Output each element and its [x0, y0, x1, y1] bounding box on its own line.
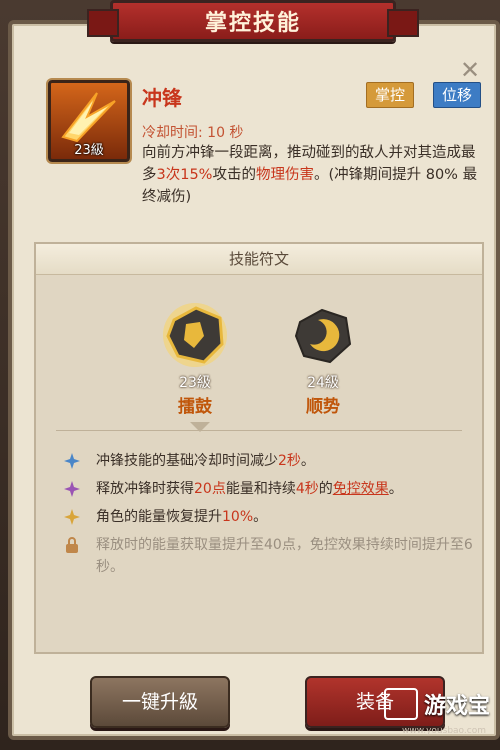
effect-text: 。: [388, 481, 403, 497]
effect-text: 的: [318, 481, 333, 497]
rune-momentum-level: 24級: [307, 375, 339, 391]
divider-arrow: [190, 422, 210, 432]
skill-level: 23級: [74, 143, 104, 158]
charge-icon: [61, 92, 116, 143]
close-icon[interactable]: ✕: [458, 58, 482, 82]
desc-hits: 3次15%: [156, 167, 213, 183]
effect-text: 角色的能量恢复提升: [96, 509, 222, 525]
gold-diamond-icon: [64, 509, 80, 525]
upgrade-all-button[interactable]: 一键升級: [90, 676, 230, 728]
skill-panel: ✕ 23級 冲锋 掌控 位移 冷却时间: 10 秒 向前方冲锋一段距离，推动碰到…: [8, 20, 500, 740]
crescent-rune-icon: [294, 308, 352, 364]
effect-text: 释放冲锋时获得: [96, 481, 194, 497]
watermark-text: 游戏宝: [423, 694, 490, 719]
effect-text: 。: [300, 453, 315, 469]
watermark-url: www.yousbao.com: [401, 726, 486, 736]
rune-section: 技能符文 23級 擂鼓 24級 顺势 冲锋技能的基础冷却时间减少2秒。 释放冲锋…: [34, 242, 484, 654]
lock-icon: [66, 537, 78, 553]
skill-cooldown: 冷却时间: 10 秒: [142, 125, 244, 141]
watermark-logo-icon: [383, 688, 418, 720]
effect-link-immunity[interactable]: 免控效果: [333, 481, 389, 497]
effect-text: 释放时的能量获取量提升至40点，免控效果持续时间提升至6秒。: [96, 537, 473, 575]
effect-text: 能量和持续: [225, 481, 296, 497]
effect-text: 。: [253, 509, 268, 525]
rune-drum[interactable]: [160, 300, 230, 370]
effect-value: 2秒: [278, 453, 301, 469]
skill-description: 向前方冲锋一段距离，推动碰到的敌人并对其造成最多3次15%攻击的物理伤害。(冲锋…: [142, 142, 482, 208]
tag-movement: 位移: [433, 82, 482, 108]
skill-icon-charge: 23級: [48, 80, 130, 162]
rune-momentum[interactable]: [288, 300, 358, 370]
divider: [56, 430, 462, 431]
rune-drum-name: 擂鼓: [178, 397, 212, 417]
drum-rune-icon: [163, 303, 227, 367]
tag-control: 掌控: [366, 82, 415, 108]
rune-momentum-name: 顺势: [306, 397, 340, 417]
rune-header: 技能符文: [36, 244, 482, 275]
purple-diamond-icon: [64, 481, 80, 497]
page-title: 掌控技能: [87, 0, 419, 42]
effect-value: 10%: [222, 509, 254, 525]
rune-drum-level: 23級: [179, 375, 211, 391]
effect-text: 冲锋技能的基础冷却时间减少: [96, 453, 278, 469]
skill-name: 冲锋: [142, 86, 182, 110]
watermark: 游戏宝: [383, 688, 490, 720]
desc-text: 攻击的: [212, 167, 256, 183]
effect-value: 4秒: [295, 481, 319, 497]
blue-diamond-icon: [64, 453, 80, 469]
desc-damage-type: 物理伤害: [255, 167, 314, 183]
effect-value: 20点: [194, 481, 226, 497]
